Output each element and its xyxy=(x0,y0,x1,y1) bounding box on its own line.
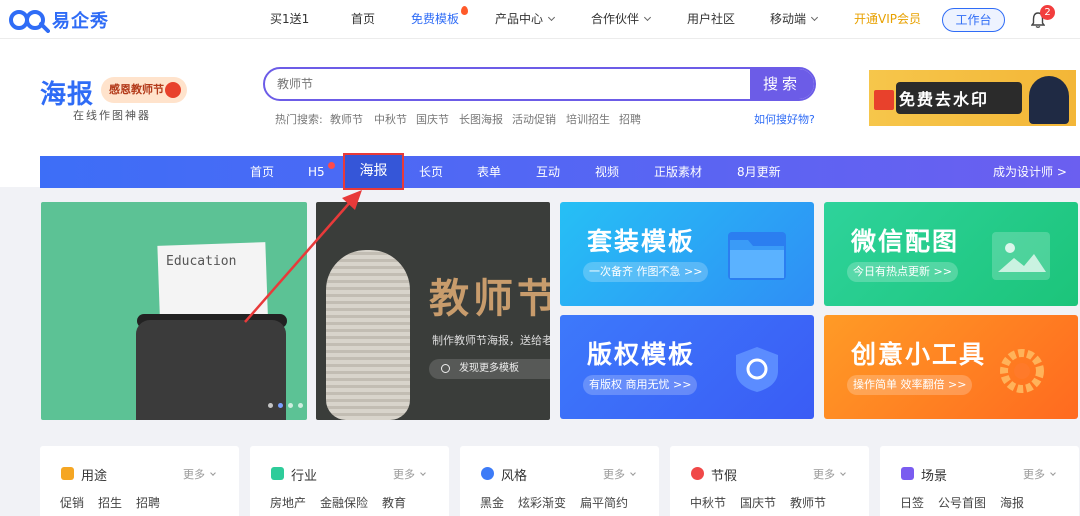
filter-tag[interactable]: 教育 xyxy=(382,494,406,511)
more-label: 更多 xyxy=(183,468,205,481)
more-link[interactable]: 更多 xyxy=(183,466,216,482)
filter-tag[interactable]: 中秋节 xyxy=(690,494,726,511)
filter-tag[interactable]: 房地产 xyxy=(270,494,306,511)
filter-tag[interactable]: 国庆节 xyxy=(740,494,776,511)
tile-title: 微信配图 xyxy=(851,227,960,256)
filter-card-title: 节假 xyxy=(711,469,738,484)
suite-templates-tile[interactable]: 套装模板 一次备齐 作图不急 >> xyxy=(560,202,814,306)
filter-tag[interactable]: 扁平简约 xyxy=(580,494,628,511)
box-icon xyxy=(61,467,74,480)
filter-card-title: 场景 xyxy=(921,469,948,484)
tile-title: 创意小工具 xyxy=(851,340,987,369)
filter-tag[interactable]: 公号首图 xyxy=(938,494,986,511)
tile-subtitle: 有版权 商用无忧 >> xyxy=(583,375,698,395)
filter-tags: 房地产 金融保险 教育 xyxy=(270,494,406,511)
palette-icon xyxy=(481,467,494,480)
more-link[interactable]: 更多 xyxy=(603,466,636,482)
grid-icon xyxy=(271,467,284,480)
filter-card-industry: 行业 更多 房地产 金融保险 教育 xyxy=(250,446,449,516)
folder-icon xyxy=(728,232,786,280)
filter-tag[interactable]: 金融保险 xyxy=(320,494,368,511)
copyright-shield-icon xyxy=(728,345,786,393)
filter-card-title: 行业 xyxy=(291,469,318,484)
filter-tag[interactable]: 日签 xyxy=(900,494,924,511)
more-link[interactable]: 更多 xyxy=(1023,466,1056,482)
more-label: 更多 xyxy=(603,468,625,481)
tile-title: 版权模板 xyxy=(587,340,696,369)
chevron-down-icon xyxy=(840,470,846,476)
gear-icon xyxy=(992,345,1050,393)
chevron-down-icon xyxy=(210,470,216,476)
filter-tag[interactable]: 招生 xyxy=(98,494,122,511)
chevron-down-icon xyxy=(1050,470,1056,476)
filter-tags: 中秋节 国庆节 教师节 xyxy=(690,494,826,511)
filter-card-title: 用途 xyxy=(81,469,108,484)
filter-tags: 日签 公号首图 海报 xyxy=(900,494,1024,511)
chevron-down-icon xyxy=(420,470,426,476)
more-label: 更多 xyxy=(393,468,415,481)
filter-tag[interactable]: 炫彩渐变 xyxy=(518,494,566,511)
more-label: 更多 xyxy=(1023,468,1045,481)
more-link[interactable]: 更多 xyxy=(813,466,846,482)
filter-tags: 黑金 炫彩渐变 扁平简约 xyxy=(480,494,628,511)
filter-tag[interactable]: 教师节 xyxy=(790,494,826,511)
image-icon xyxy=(992,232,1050,280)
chevron-down-icon xyxy=(630,470,636,476)
tile-subtitle: 一次备齐 作图不急 >> xyxy=(583,262,709,282)
filter-card-usage: 用途 更多 促销 招生 招聘 xyxy=(40,446,239,516)
filter-card-holiday: 节假 更多 中秋节 国庆节 教师节 xyxy=(670,446,869,516)
creative-tools-tile[interactable]: 创意小工具 操作简单 效率翻倍 >> xyxy=(824,315,1078,419)
lantern-icon xyxy=(691,467,704,480)
filter-card-title: 风格 xyxy=(501,469,528,484)
tile-subtitle: 操作简单 效率翻倍 >> xyxy=(847,375,973,395)
filter-tag[interactable]: 促销 xyxy=(60,494,84,511)
more-link[interactable]: 更多 xyxy=(393,466,426,482)
filter-tag[interactable]: 招聘 xyxy=(136,494,160,511)
tile-subtitle: 今日有热点更新 >> xyxy=(847,262,958,282)
licensed-templates-tile[interactable]: 版权模板 有版权 商用无忧 >> xyxy=(560,315,814,419)
filter-tag[interactable]: 黑金 xyxy=(480,494,504,511)
filter-card-scene: 场景 更多 日签 公号首图 海报 xyxy=(880,446,1079,516)
filter-card-style: 风格 更多 黑金 炫彩渐变 扁平简约 xyxy=(460,446,659,516)
tile-title: 套装模板 xyxy=(587,227,696,256)
wechat-images-tile[interactable]: 微信配图 今日有热点更新 >> xyxy=(824,202,1078,306)
more-label: 更多 xyxy=(813,468,835,481)
scene-icon xyxy=(901,467,914,480)
filter-tag[interactable]: 海报 xyxy=(1000,494,1024,511)
filter-tags: 促销 招生 招聘 xyxy=(60,494,160,511)
